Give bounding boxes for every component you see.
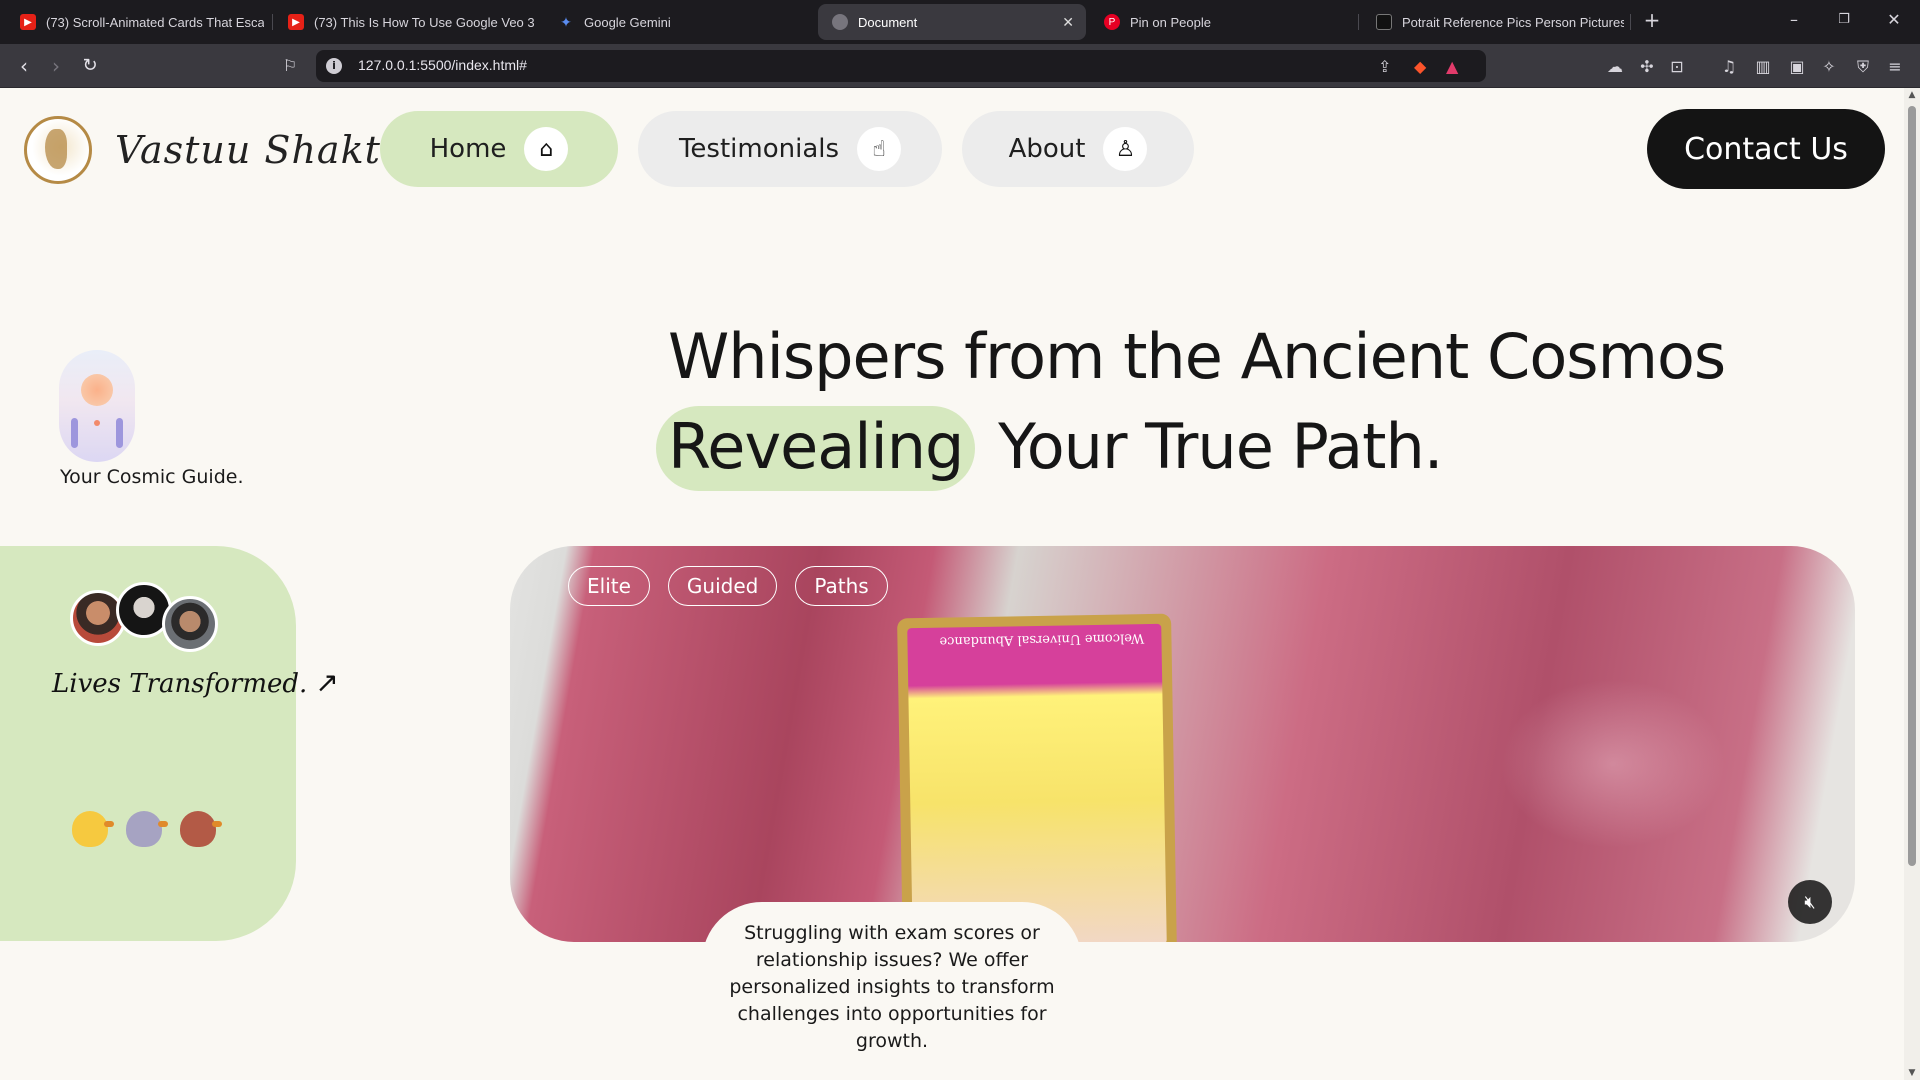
mute-icon[interactable]: 🔇︎ xyxy=(1788,880,1832,924)
page-content: Vastuu Shaktee Home ⌂ Testimonials ☝ Abo… xyxy=(0,88,1904,1080)
arrow-up-right-icon: ↗ xyxy=(315,666,339,699)
oracle-card-face: Welcome Universal Abundance xyxy=(907,623,1167,942)
tab-document[interactable]: Document ✕ xyxy=(818,4,1086,40)
nav-about-button[interactable]: About ♙ xyxy=(962,111,1194,187)
pinterest-icon: P xyxy=(1104,14,1120,30)
nav-home-button[interactable]: Home ⌂ xyxy=(380,111,618,187)
tab-title: Pin on People xyxy=(1130,14,1211,30)
tab-divider xyxy=(1630,14,1631,30)
nav-testimonials-label: Testimonials xyxy=(678,134,840,164)
tab-divider xyxy=(1358,14,1359,30)
tab-title: (73) This Is How To Use Google Veo 3 xyxy=(314,14,535,30)
globe-icon xyxy=(832,14,848,30)
oracle-card-image: Welcome Universal Abundance xyxy=(897,613,1177,942)
hero-highlight: Revealing xyxy=(656,406,976,491)
card-text: Welcome Universal Abundance xyxy=(939,630,1145,649)
close-tab-icon[interactable]: ✕ xyxy=(1062,14,1074,31)
video-tags: Elite Guided Paths xyxy=(568,566,888,606)
tab-title: (73) Scroll-Animated Cards That Escap xyxy=(46,14,264,30)
reload-icon[interactable]: ↻ xyxy=(78,54,102,78)
url-text[interactable]: 127.0.0.1:5500/index.html# xyxy=(358,57,527,73)
hand-pointer-icon: ☝ xyxy=(857,127,902,171)
scroll-down-icon[interactable]: ▼ xyxy=(1907,1068,1917,1078)
hero-video[interactable]: Welcome Universal Abundance Elite Guided… xyxy=(510,546,1855,942)
tag-elite[interactable]: Elite xyxy=(568,566,650,606)
figure-shape xyxy=(71,418,78,448)
chick-icon xyxy=(72,811,114,847)
scroll-up-icon[interactable]: ▲ xyxy=(1907,90,1917,100)
menu-icon[interactable]: ≡ xyxy=(1884,56,1906,78)
tag-guided[interactable]: Guided xyxy=(667,566,778,606)
brave-shield-icon[interactable]: ◆ xyxy=(1414,57,1426,76)
extensions-icon[interactable]: ✣ xyxy=(1636,56,1658,78)
tab-gemini[interactable]: ✦ Google Gemini xyxy=(544,4,808,40)
meditating-person-icon: ♙ xyxy=(1103,127,1148,171)
nav-testimonials-button[interactable]: Testimonials ☝ xyxy=(638,111,942,187)
tab-pinterest[interactable]: P Pin on People xyxy=(1090,4,1354,40)
cosmic-guide-image xyxy=(59,350,135,462)
hero-heading-line-1: Whispers from the Ancient Cosmos xyxy=(668,320,1726,393)
flower-shape xyxy=(94,420,100,426)
youtube-icon: ▶ xyxy=(20,14,36,30)
tab-title: Potrait Reference Pics Person Pictures xyxy=(1402,14,1624,30)
extension-badge-icon[interactable]: ☁ xyxy=(1604,56,1626,78)
minimize-icon[interactable]: – xyxy=(1782,10,1806,29)
bird-icons-row xyxy=(72,811,222,847)
brave-rewards-icon[interactable]: ▲ xyxy=(1446,57,1458,76)
tab-youtube-1[interactable]: ▶ (73) Scroll-Animated Cards That Escap xyxy=(6,4,264,40)
tab-title: Document xyxy=(858,14,918,30)
tab-divider xyxy=(272,14,273,30)
cosmic-guide-caption: Your Cosmic Guide. xyxy=(60,466,244,488)
home-icon: ⌂ xyxy=(524,127,569,171)
logo-icon[interactable] xyxy=(24,116,92,184)
vpn-icon[interactable]: ⛨ xyxy=(1852,56,1874,78)
wallet-icon[interactable]: ▣ xyxy=(1786,56,1808,78)
media-icon[interactable]: ♫ xyxy=(1718,56,1740,78)
sidebar-icon[interactable]: ▥ xyxy=(1752,56,1774,78)
back-icon[interactable]: ‹ xyxy=(12,54,36,78)
share-icon[interactable]: ⇪ xyxy=(1378,57,1391,76)
nav-about-label: About xyxy=(1008,134,1086,164)
site-info-icon[interactable]: i xyxy=(326,58,342,74)
lives-transformed-card[interactable]: Lives Transformed. ↗ xyxy=(0,546,339,941)
lives-transformed-text: Lives Transformed. ↗ xyxy=(52,666,339,699)
dodo-icon xyxy=(126,811,168,847)
description-card: Struggling with exam scores or relations… xyxy=(702,902,1082,1062)
browser-tab-bar: ▶ (73) Scroll-Animated Cards That Escap … xyxy=(0,0,1920,44)
generic-icon xyxy=(1376,14,1392,30)
new-tab-button[interactable]: + xyxy=(1640,8,1664,32)
contact-us-button[interactable]: Contact Us xyxy=(1647,109,1885,189)
hero-heading-line-2: Revealing Your True Path. xyxy=(656,406,1443,491)
tab-search-icon[interactable]: ⊡ xyxy=(1666,56,1688,78)
nav-home-label: Home xyxy=(429,134,507,164)
restore-icon[interactable]: ❐ xyxy=(1832,12,1856,27)
bookmark-icon[interactable]: ⚐ xyxy=(278,54,302,78)
duck-icon xyxy=(180,811,222,847)
lives-transformed-label: Lives Transformed. xyxy=(52,669,308,699)
tab-youtube-2[interactable]: ▶ (73) This Is How To Use Google Veo 3 xyxy=(274,4,540,40)
tag-paths[interactable]: Paths xyxy=(795,566,888,606)
figure-shape xyxy=(116,418,123,448)
gemini-icon: ✦ xyxy=(560,13,572,30)
avatar xyxy=(162,596,218,652)
page-scrollbar[interactable]: ▲ ▼ xyxy=(1904,88,1920,1080)
tab-title: Google Gemini xyxy=(584,14,671,30)
close-window-icon[interactable]: ✕ xyxy=(1882,10,1906,29)
scroll-thumb[interactable] xyxy=(1908,106,1916,866)
tab-portrait[interactable]: Potrait Reference Pics Person Pictures xyxy=(1362,4,1624,40)
url-bar[interactable]: i 127.0.0.1:5500/index.html# ⇪ ◆ ▲ xyxy=(316,50,1486,82)
sun-shape xyxy=(81,374,113,406)
forward-icon[interactable]: › xyxy=(44,54,68,78)
leo-ai-icon[interactable]: ✧ xyxy=(1818,56,1840,78)
youtube-icon: ▶ xyxy=(288,14,304,30)
hero-heading-rest: Your True Path. xyxy=(998,410,1443,483)
address-toolbar: ‹ › ↻ ⚐ i 127.0.0.1:5500/index.html# ⇪ ◆… xyxy=(0,44,1920,88)
